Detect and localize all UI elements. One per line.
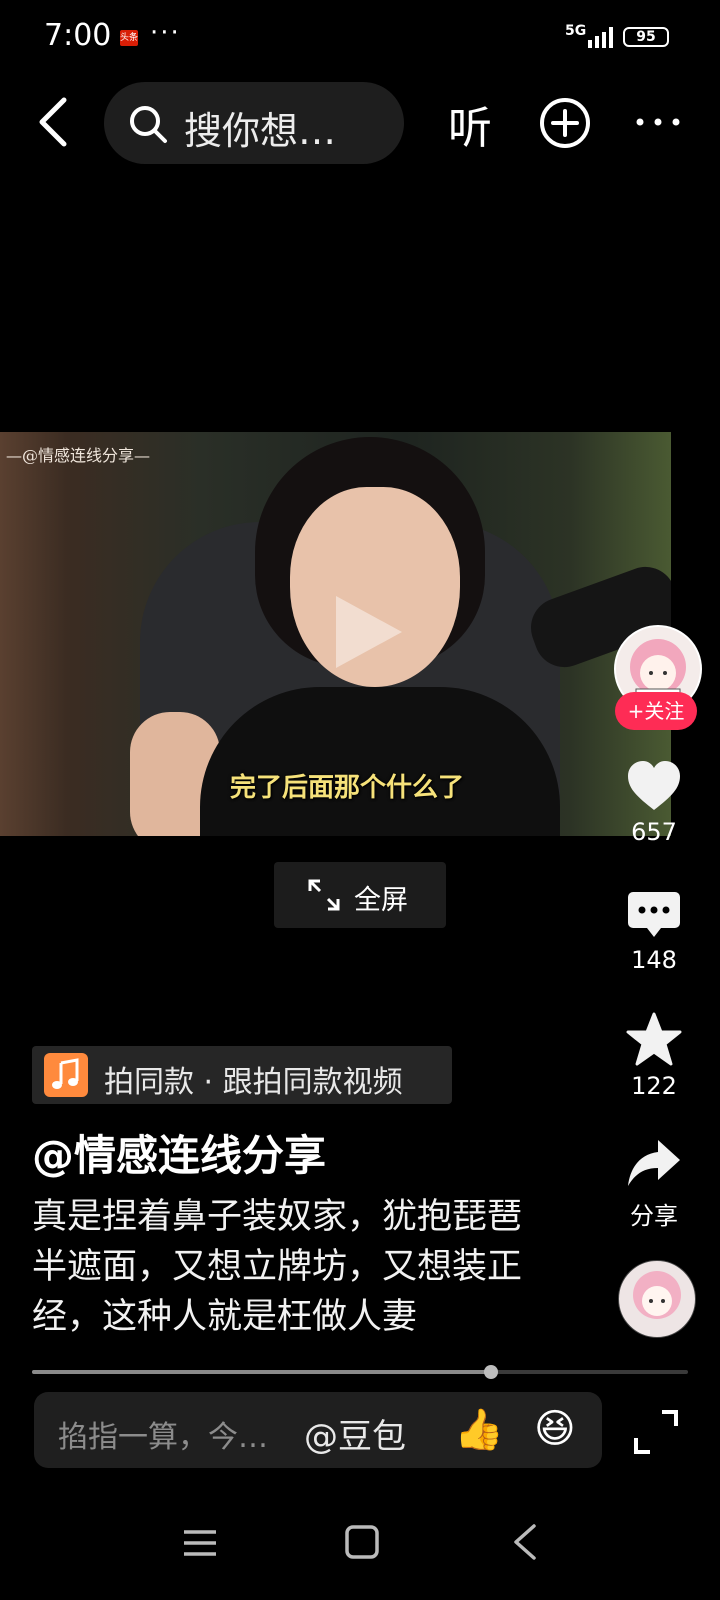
expand-icon[interactable] (632, 1408, 680, 1456)
nav-home-icon[interactable] (344, 1524, 380, 1560)
share-label: 分享 (630, 1202, 678, 1230)
nav-menu-icon[interactable] (180, 1528, 220, 1558)
progress-fill (32, 1370, 492, 1374)
favorite-button[interactable]: 122 (614, 1012, 694, 1100)
music-disc-illustration (633, 1271, 681, 1319)
back-icon[interactable] (28, 92, 88, 152)
plus-circle-icon[interactable] (538, 96, 592, 150)
expand-arrows-icon (308, 879, 340, 911)
listen-button[interactable]: 听 (448, 92, 492, 156)
video-watermark: —@情感连线分享— (6, 446, 151, 465)
music-note-icon (44, 1053, 88, 1097)
network-type: 5G (565, 23, 587, 39)
follow-button[interactable]: +关注 (615, 692, 697, 730)
post-caption: 真是捏着鼻子装奴家，犹抱琵琶半遮面，又想立牌坊，又想装正经，这种人就是枉做人妻 (32, 1197, 523, 1337)
video-scene-body (200, 687, 560, 836)
share-arrow-icon (628, 1140, 680, 1186)
video-subtitle: 完了后面那个什么了 (230, 773, 465, 803)
status-time: 7:00 (44, 18, 112, 53)
comment-input[interactable]: 掐指一算，今… @豆包 (34, 1392, 602, 1468)
nav-back-icon[interactable] (510, 1522, 540, 1562)
laugh-emoji-button[interactable]: 😆 (534, 1406, 576, 1452)
video-player[interactable]: —@情感连线分享— 完了后面那个什么了 (0, 432, 671, 836)
signal-icon (588, 27, 613, 48)
progress-handle[interactable] (484, 1365, 499, 1379)
star-icon (626, 1012, 682, 1066)
fullscreen-button[interactable]: 全屏 (274, 862, 446, 928)
like-button[interactable]: 657 (614, 760, 694, 846)
same-style-button[interactable]: 拍同款 · 跟拍同款视频 (32, 1046, 452, 1104)
play-icon[interactable] (326, 592, 406, 672)
thumbs-up-emoji-button[interactable]: 👍 (454, 1406, 504, 1453)
favorite-count: 122 (631, 1072, 677, 1100)
share-button[interactable]: 分享 (614, 1138, 694, 1231)
music-disc-avatar[interactable] (618, 1260, 696, 1338)
same-style-label: 拍同款 · 跟拍同款视频 (104, 1065, 403, 1100)
author-name[interactable]: @情感连线分享 (32, 1122, 326, 1183)
comment-button[interactable]: 148 (614, 890, 694, 974)
fullscreen-label: 全屏 (354, 885, 408, 916)
search-icon (130, 106, 167, 143)
heart-icon (628, 761, 680, 810)
search-placeholder: 搜你想… (184, 109, 337, 153)
mention-doubao[interactable]: @豆包 (304, 1409, 406, 1458)
news-app-icon: 头条 (120, 30, 138, 46)
comment-placeholder: 掐指一算，今… (58, 1420, 268, 1455)
battery-icon: 95 (623, 27, 669, 47)
like-count: 657 (631, 818, 677, 846)
comment-count: 148 (631, 946, 677, 974)
comment-icon (628, 892, 680, 937)
search-bar[interactable]: 搜你想… (104, 82, 404, 164)
more-icon[interactable] (634, 112, 682, 132)
notification-more-icon: ··· (150, 18, 181, 48)
progress-bar[interactable] (32, 1365, 688, 1379)
